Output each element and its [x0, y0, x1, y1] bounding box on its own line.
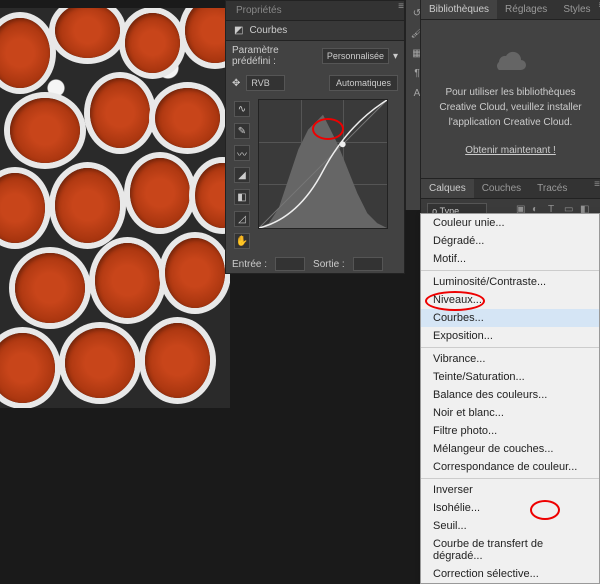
- pencil-tool-icon[interactable]: ✎: [234, 123, 250, 139]
- tab-properties[interactable]: Propriétés: [226, 1, 292, 20]
- document-canvas[interactable]: [0, 8, 230, 408]
- channel-row: ✥ RVB Automatiques: [226, 71, 404, 95]
- menu-item[interactable]: Courbe de transfert de dégradé...: [421, 535, 599, 565]
- tab-layers[interactable]: Calques: [421, 179, 474, 198]
- tab-adjustments[interactable]: Réglages: [497, 0, 555, 19]
- output-field[interactable]: [353, 257, 383, 271]
- libraries-message: Pour utiliser les bibliothèques Creative…: [431, 85, 590, 130]
- adjustment-title: Courbes: [249, 25, 287, 36]
- libraries-body: Pour utiliser les bibliothèques Creative…: [421, 20, 600, 178]
- cloud-icon: [491, 40, 531, 70]
- menu-item[interactable]: Mélangeur de couches...: [421, 440, 599, 458]
- menu-item[interactable]: Isohélie...: [421, 499, 599, 517]
- menu-separator: [421, 270, 599, 271]
- menu-item[interactable]: Noir et blanc...: [421, 404, 599, 422]
- preset-label: Paramètre prédéfini :: [232, 45, 318, 67]
- channel-select[interactable]: RVB: [246, 75, 284, 91]
- menu-item[interactable]: Correction sélective...: [421, 565, 599, 583]
- black-sampler-icon[interactable]: ◢: [234, 167, 250, 183]
- menu-item[interactable]: Inverser: [421, 481, 599, 499]
- layers-tabs: Calques Couches Tracés ≡: [421, 178, 600, 199]
- menu-item[interactable]: Courbes...: [421, 309, 599, 327]
- menu-item[interactable]: Seuil...: [421, 517, 599, 535]
- smooth-tool-icon[interactable]: 〰: [234, 145, 250, 161]
- tab-styles[interactable]: Styles: [555, 0, 598, 19]
- preset-menu-icon[interactable]: ▾: [393, 51, 398, 62]
- input-label: Entrée :: [232, 259, 267, 270]
- menu-item[interactable]: Filtre photo...: [421, 422, 599, 440]
- curve-graph[interactable]: [258, 99, 388, 229]
- tab-channels[interactable]: Couches: [474, 179, 529, 198]
- menu-item[interactable]: Exposition...: [421, 327, 599, 345]
- gray-sampler-icon[interactable]: ◧: [234, 189, 250, 205]
- io-row: Entrée : Sortie :: [226, 255, 404, 273]
- menu-item[interactable]: Couleur unie...: [421, 214, 599, 232]
- libraries-link[interactable]: Obtenir maintenant !: [431, 143, 590, 158]
- work-image: [0, 8, 230, 408]
- menu-item[interactable]: Niveaux...: [421, 291, 599, 309]
- properties-tabs: Propriétés ≡: [226, 1, 404, 21]
- properties-panel: Propriétés ≡ ◩ Courbes Paramètre prédéfi…: [225, 0, 405, 274]
- menu-item[interactable]: Motif...: [421, 250, 599, 268]
- preset-select[interactable]: Personnalisée: [322, 48, 389, 64]
- input-field[interactable]: [275, 257, 305, 271]
- libraries-tabs: Bibliothèques Réglages Styles ≡: [421, 0, 600, 20]
- panel-menu-icon[interactable]: ≡: [398, 1, 404, 20]
- preset-row: Paramètre prédéfini : Personnalisée ▾: [226, 41, 404, 71]
- menu-separator: [421, 347, 599, 348]
- menu-item[interactable]: Dégradé...: [421, 232, 599, 250]
- adjustment-header: ◩ Courbes: [226, 21, 404, 41]
- output-label: Sortie :: [313, 259, 345, 270]
- panel-menu-icon[interactable]: ≡: [594, 179, 600, 198]
- auto-button[interactable]: Automatiques: [329, 75, 398, 91]
- curve-area: ∿ ✎ 〰 ◢ ◧ ◿ ✋: [226, 95, 404, 255]
- menu-item[interactable]: Correspondance de couleur...: [421, 458, 599, 476]
- curves-icon: ◩: [234, 25, 243, 36]
- menu-item[interactable]: Teinte/Saturation...: [421, 368, 599, 386]
- tab-libraries[interactable]: Bibliothèques: [421, 0, 497, 19]
- curve-line: [259, 100, 387, 228]
- curve-tools: ∿ ✎ 〰 ◢ ◧ ◿ ✋: [230, 99, 254, 251]
- menu-item[interactable]: Balance des couleurs...: [421, 386, 599, 404]
- white-sampler-icon[interactable]: ◿: [234, 211, 250, 227]
- tab-paths[interactable]: Tracés: [529, 179, 575, 198]
- menu-separator: [421, 478, 599, 479]
- curve-point-tool-icon[interactable]: ∿: [234, 101, 250, 117]
- menu-item[interactable]: Luminosité/Contraste...: [421, 273, 599, 291]
- menu-item[interactable]: Vibrance...: [421, 350, 599, 368]
- adjustment-layer-menu: Couleur unie...Dégradé...Motif... Luminos…: [420, 213, 600, 584]
- eyedropper-icon[interactable]: ✥: [232, 78, 240, 89]
- hand-tool-icon[interactable]: ✋: [234, 233, 250, 249]
